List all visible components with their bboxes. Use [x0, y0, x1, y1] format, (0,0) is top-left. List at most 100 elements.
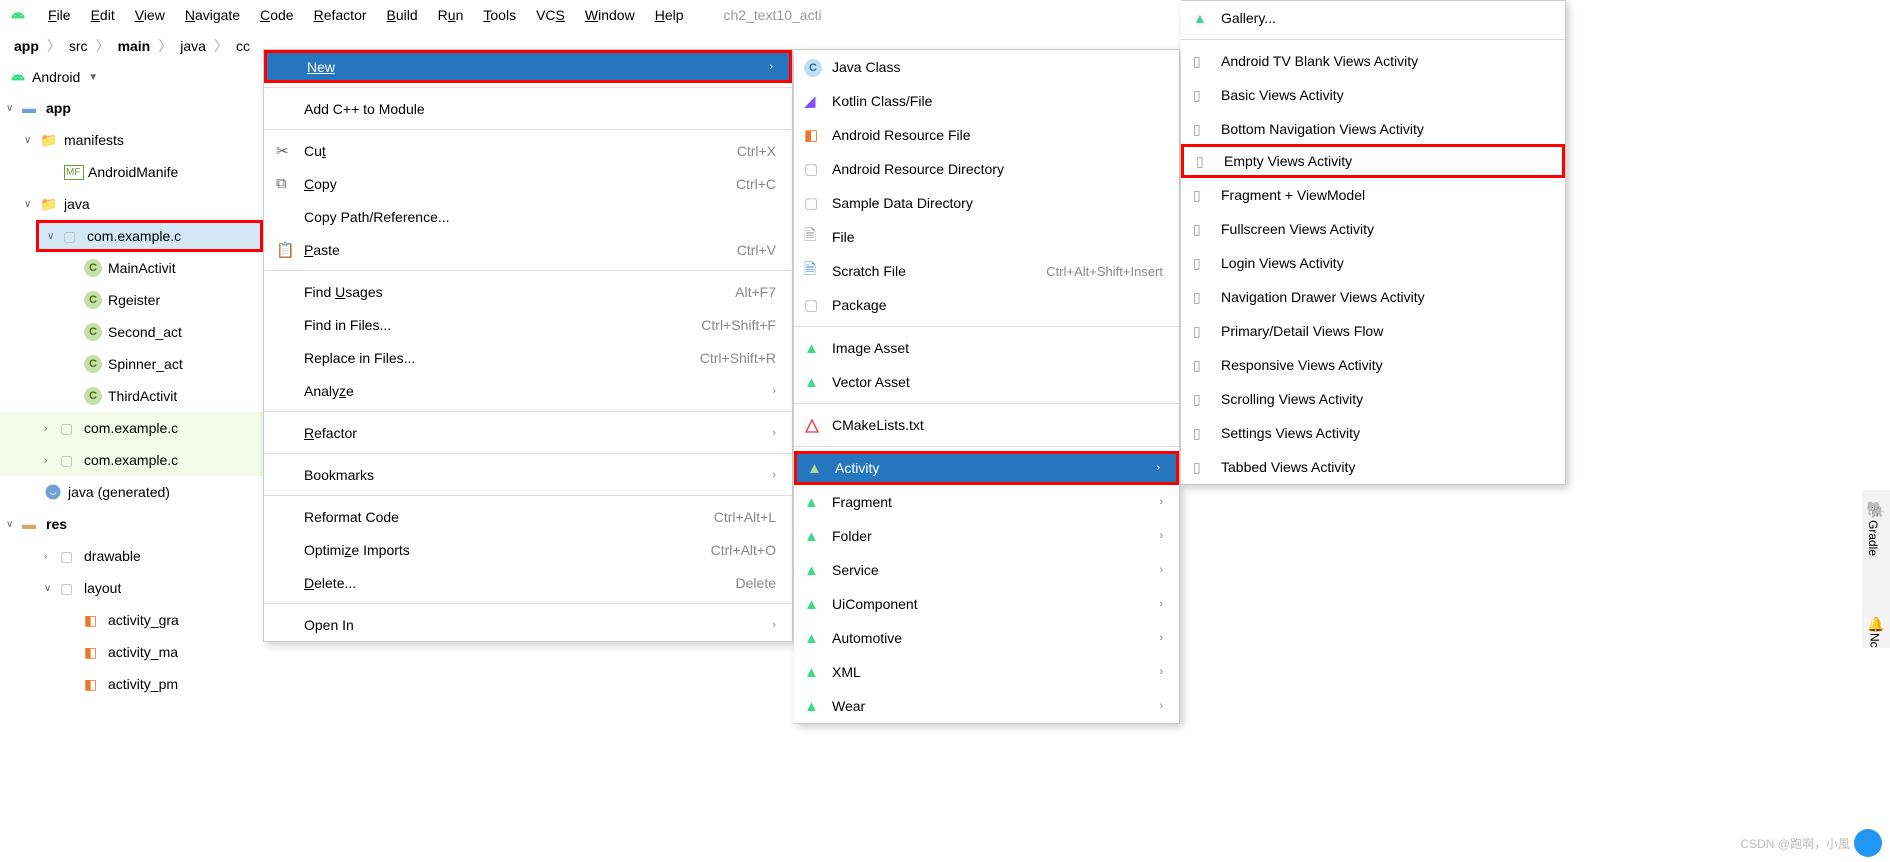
menu-analyze[interactable]: Analyze ›: [264, 374, 792, 407]
new-uicomponent[interactable]: ▲ UiComponent ›: [794, 587, 1179, 621]
menu-tools[interactable]: Tools: [473, 3, 526, 27]
menu-bookmarks[interactable]: Bookmarks ›: [264, 458, 792, 491]
module-icon: ▬: [22, 100, 42, 116]
new-resource-file[interactable]: ◧ Android Resource File: [794, 118, 1179, 152]
new-automotive[interactable]: ▲ Automotive ›: [794, 621, 1179, 655]
package-icon: ▢: [60, 580, 80, 597]
tree-layout-ma[interactable]: ◧ activity_ma: [0, 636, 263, 668]
menu-vcs[interactable]: VCS: [526, 3, 575, 27]
menu-copy-path[interactable]: Copy Path/Reference...: [264, 200, 792, 233]
notifications-tab[interactable]: 🔔 Nc: [1867, 616, 1884, 648]
menu-add-cpp[interactable]: Add C++ to Module: [264, 92, 792, 125]
new-fragment[interactable]: ▲ Fragment ›: [794, 485, 1179, 519]
tree-manifests[interactable]: ∨ 📁 manifests: [0, 124, 263, 156]
activity-basic[interactable]: ▯ Basic Views Activity: [1181, 78, 1565, 112]
activity-primary-detail[interactable]: ▯ Primary/Detail Views Flow: [1181, 314, 1565, 348]
crumb-app[interactable]: app: [10, 36, 43, 56]
menu-view[interactable]: View: [125, 3, 175, 27]
chevron-right-icon: ›: [44, 551, 58, 562]
tree-class-register[interactable]: C Rgeister: [0, 284, 263, 316]
menu-refactor[interactable]: Refactor: [304, 3, 377, 27]
menu-file[interactable]: File: [38, 3, 81, 27]
activity-tv-blank[interactable]: ▯ Android TV Blank Views Activity: [1181, 44, 1565, 78]
menu-window[interactable]: Window: [575, 3, 645, 27]
crumb-main[interactable]: main: [114, 36, 155, 56]
tree-class-third[interactable]: C ThirdActivit: [0, 380, 263, 412]
watermark: CSDN @跑啊，小風: [1740, 835, 1850, 852]
chevron-down-icon: ∨: [47, 231, 61, 242]
menu-copy[interactable]: ⧉ Copy Ctrl+C: [264, 167, 792, 200]
menu-refactor[interactable]: Refactor ›: [264, 416, 792, 449]
phone-icon: ▯: [1193, 323, 1201, 340]
chevron-right-icon: ›: [772, 385, 776, 397]
tree-android-manifest[interactable]: MF AndroidManife: [0, 156, 263, 188]
tree-test-pkg2[interactable]: › ▢ com.example.c: [0, 444, 263, 476]
menu-new[interactable]: New ›: [264, 50, 792, 83]
tree-res[interactable]: ∨ ▬ res: [0, 508, 263, 540]
tree-layout-gra[interactable]: ◧ activity_gra: [0, 604, 263, 636]
tree-java-generated[interactable]: java (generated): [0, 476, 263, 508]
activity-bottom-nav[interactable]: ▯ Bottom Navigation Views Activity: [1181, 112, 1565, 146]
crumb-src[interactable]: src: [65, 36, 92, 56]
gradle-tab[interactable]: 🐘 Gradle: [1866, 500, 1886, 556]
activity-scrolling[interactable]: ▯ Scrolling Views Activity: [1181, 382, 1565, 416]
menu-open-in[interactable]: Open In ›: [264, 608, 792, 641]
menu-build[interactable]: Build: [377, 3, 428, 27]
tree-layout[interactable]: ∨ ▢ layout: [0, 572, 263, 604]
activity-login[interactable]: ▯ Login Views Activity: [1181, 246, 1565, 280]
activity-empty-views[interactable]: ▯ Empty Views Activity: [1181, 144, 1565, 178]
menu-reformat-code[interactable]: Reformat Code Ctrl+Alt+L: [264, 500, 792, 533]
new-cmakelists[interactable]: CMakeLists.txt: [794, 408, 1179, 442]
activity-fullscreen[interactable]: ▯ Fullscreen Views Activity: [1181, 212, 1565, 246]
chevron-right-icon: ›: [772, 469, 776, 481]
menu-optimize-imports[interactable]: Optimize Imports Ctrl+Alt+O: [264, 533, 792, 566]
new-activity[interactable]: ▲ Activity ›: [794, 451, 1179, 485]
tree-class-second[interactable]: C Second_act: [0, 316, 263, 348]
activity-fragment-viewmodel[interactable]: ▯ Fragment + ViewModel: [1181, 178, 1565, 212]
tree-class-spinner[interactable]: C Spinner_act: [0, 348, 263, 380]
new-file[interactable]: 🗎 File: [794, 220, 1179, 254]
new-kotlin-class[interactable]: ◢ Kotlin Class/File: [794, 84, 1179, 118]
chevron-down-icon: ∨: [6, 519, 20, 530]
menu-find-usages[interactable]: Find Usages Alt+F7: [264, 275, 792, 308]
new-image-asset[interactable]: ▲ Image Asset: [794, 331, 1179, 365]
menu-find-in-files[interactable]: Find in Files... Ctrl+Shift+F: [264, 308, 792, 341]
new-service[interactable]: ▲ Service ›: [794, 553, 1179, 587]
crumb-java[interactable]: java: [176, 36, 210, 56]
activity-gallery[interactable]: ▲ Gallery...: [1181, 1, 1565, 35]
menu-paste[interactable]: 📋 Paste Ctrl+V: [264, 233, 792, 266]
tree-drawable[interactable]: › ▢ drawable: [0, 540, 263, 572]
gradle-icon: 🐘: [1866, 502, 1886, 519]
menu-cut[interactable]: ✂ Cut Ctrl+X: [264, 134, 792, 167]
new-package[interactable]: ▢ Package: [794, 288, 1179, 322]
android-icon: ▲: [807, 460, 827, 477]
menu-run[interactable]: Run: [428, 3, 474, 27]
tree-layout-pm[interactable]: ◧ activity_pm: [0, 668, 263, 700]
tree-class-main[interactable]: C MainActivit: [0, 252, 263, 284]
menu-delete[interactable]: Delete... Delete: [264, 566, 792, 599]
new-wear[interactable]: ▲ Wear ›: [794, 689, 1179, 723]
activity-responsive[interactable]: ▯ Responsive Views Activity: [1181, 348, 1565, 382]
tree-package-selected[interactable]: ∨ ▢ com.example.c: [36, 220, 263, 252]
menu-replace-in-files[interactable]: Replace in Files... Ctrl+Shift+R: [264, 341, 792, 374]
chevron-down-icon: ∨: [24, 199, 38, 210]
tree-java[interactable]: ∨ 📁 java: [0, 188, 263, 220]
activity-settings[interactable]: ▯ Settings Views Activity: [1181, 416, 1565, 450]
activity-tabbed[interactable]: ▯ Tabbed Views Activity: [1181, 450, 1565, 484]
new-folder[interactable]: ▲ Folder ›: [794, 519, 1179, 553]
menu-help[interactable]: Help: [645, 3, 694, 27]
sidebar-header[interactable]: Android ▼: [0, 62, 263, 92]
menu-code[interactable]: Code: [250, 3, 303, 27]
menu-edit[interactable]: Edit: [81, 3, 125, 27]
tree-app[interactable]: ∨ ▬ app: [0, 92, 263, 124]
new-java-class[interactable]: C Java Class: [794, 50, 1179, 84]
new-sample-data[interactable]: ▢ Sample Data Directory: [794, 186, 1179, 220]
new-scratch-file[interactable]: 🗎 Scratch File Ctrl+Alt+Shift+Insert: [794, 254, 1179, 288]
tree-test-pkg1[interactable]: › ▢ com.example.c: [0, 412, 263, 444]
crumb-pkg[interactable]: cc: [232, 36, 254, 56]
activity-nav-drawer[interactable]: ▯ Navigation Drawer Views Activity: [1181, 280, 1565, 314]
new-xml[interactable]: ▲ XML ›: [794, 655, 1179, 689]
new-vector-asset[interactable]: ▲ Vector Asset: [794, 365, 1179, 399]
new-resource-directory[interactable]: ▢ Android Resource Directory: [794, 152, 1179, 186]
menu-navigate[interactable]: Navigate: [175, 3, 250, 27]
